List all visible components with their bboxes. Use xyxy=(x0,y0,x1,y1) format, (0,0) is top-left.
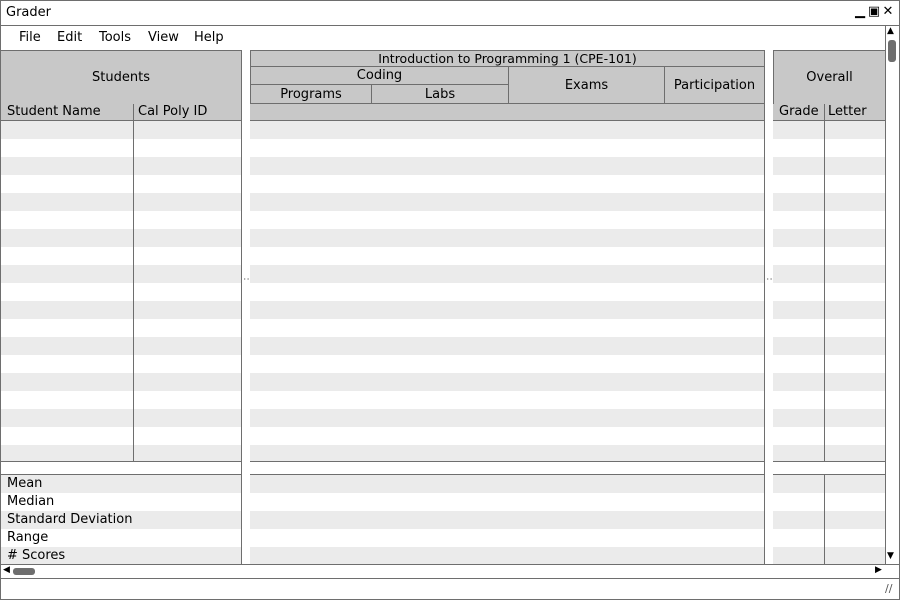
overall-pane: Overall Grade Letter xyxy=(773,50,885,564)
labs-column-header[interactable]: Labs xyxy=(371,84,509,104)
rows-bottom-border xyxy=(250,461,765,462)
menu-tools[interactable]: Tools xyxy=(99,30,131,45)
stat-label-median: Median xyxy=(7,494,55,509)
labs-header-label: Labs xyxy=(424,86,456,102)
column-divider xyxy=(824,475,825,564)
window-title: Grader xyxy=(6,5,51,20)
participation-header-label: Participation xyxy=(673,77,756,93)
vertical-scrollbar[interactable]: ▲ ▼ xyxy=(885,26,899,564)
stats-block: Mean Median Standard Deviation Range # S… xyxy=(1,475,242,564)
maximize-icon[interactable]: ▣ xyxy=(867,4,881,20)
stat-label-range: Range xyxy=(7,530,49,545)
programs-column-header[interactable]: Programs xyxy=(250,84,372,104)
menu-help[interactable]: Help xyxy=(194,30,224,45)
student-name-header-label: Student Name xyxy=(7,104,101,119)
overall-header-label: Overall xyxy=(806,70,853,85)
column-divider xyxy=(133,121,134,461)
grade-column-header[interactable]: Grade xyxy=(773,104,824,121)
exams-column-header[interactable]: Exams xyxy=(508,66,665,104)
minimize-icon[interactable]: ▁ xyxy=(853,4,867,20)
student-name-column-header[interactable]: Student Name xyxy=(1,104,133,121)
title-bar: Grader ▁ ▣ ✕ xyxy=(1,1,899,26)
programs-header-label: Programs xyxy=(280,86,342,102)
course-title-label: Introduction to Programming 1 (CPE-101) xyxy=(378,51,637,66)
course-title-header: Introduction to Programming 1 (CPE-101) xyxy=(250,50,765,67)
letter-column-header[interactable]: Letter xyxy=(824,104,885,121)
exams-header-label: Exams xyxy=(564,77,609,93)
scroll-right-icon[interactable]: ▶ xyxy=(875,565,882,575)
close-icon[interactable]: ✕ xyxy=(881,4,895,20)
students-rows[interactable] xyxy=(1,121,242,461)
scroll-up-icon[interactable]: ▲ xyxy=(887,26,894,36)
horizontal-scroll-thumb[interactable] xyxy=(13,568,35,575)
overall-stats-block xyxy=(773,475,885,564)
students-pane: Students Student Name Cal Poly ID Mean M… xyxy=(1,50,242,564)
course-column-header-spacer xyxy=(250,104,765,121)
overall-rows[interactable] xyxy=(773,121,885,461)
overall-header: Overall xyxy=(773,50,885,105)
cal-poly-id-column-header[interactable]: Cal Poly ID xyxy=(133,104,242,121)
vertical-scroll-thumb[interactable] xyxy=(888,40,896,62)
column-divider xyxy=(824,121,825,461)
grader-window: Grader ▁ ▣ ✕ File Edit Tools View Help S… xyxy=(0,0,900,600)
scroll-down-icon[interactable]: ▼ xyxy=(887,551,894,561)
horizontal-scrollbar[interactable]: ◀ ▶ xyxy=(1,564,885,578)
status-bar: ∕∕ xyxy=(1,578,899,599)
coding-header: Coding xyxy=(250,66,509,85)
course-rows[interactable] xyxy=(250,121,765,461)
stat-label-score-count: # Scores xyxy=(7,548,66,563)
grade-header-label: Grade xyxy=(779,104,819,119)
menu-view[interactable]: View xyxy=(148,30,179,45)
students-header-label: Students xyxy=(92,70,150,85)
stat-label-mean: Mean xyxy=(7,476,43,491)
participation-column-header[interactable]: Participation xyxy=(664,66,765,104)
scrollbar-corner xyxy=(885,564,899,578)
letter-header-label: Letter xyxy=(828,104,867,119)
course-pane: Introduction to Programming 1 (CPE-101) … xyxy=(250,50,765,564)
rows-bottom-border xyxy=(1,461,242,462)
students-header: Students xyxy=(1,50,242,105)
rows-bottom-border xyxy=(773,461,885,462)
resize-grip-icon[interactable]: ∕∕ xyxy=(885,582,892,595)
stat-label-standard-deviation: Standard Deviation xyxy=(7,512,133,527)
menu-file[interactable]: File xyxy=(19,30,41,45)
menu-bar: File Edit Tools View Help xyxy=(1,26,899,50)
coding-header-label: Coding xyxy=(356,68,403,83)
grade-table-area: Students Student Name Cal Poly ID Mean M… xyxy=(1,50,885,564)
menu-edit[interactable]: Edit xyxy=(57,30,82,45)
cal-poly-id-header-label: Cal Poly ID xyxy=(138,104,208,119)
scroll-left-icon[interactable]: ◀ xyxy=(3,565,10,575)
course-stats-block xyxy=(250,475,765,564)
